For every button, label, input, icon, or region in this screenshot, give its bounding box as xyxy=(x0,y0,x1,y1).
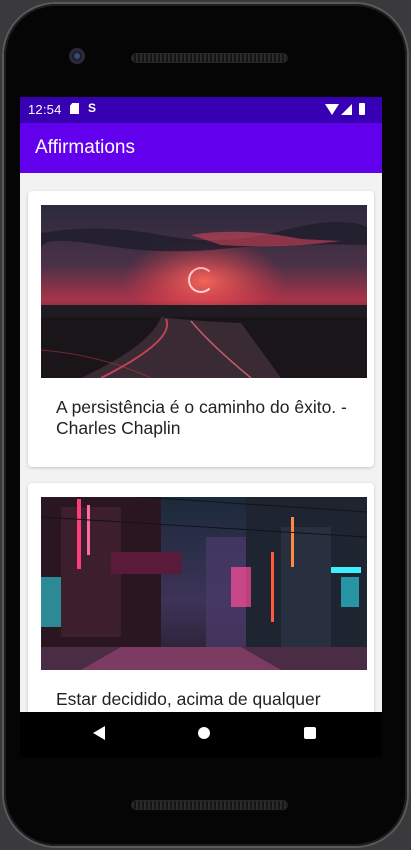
front-camera xyxy=(69,48,85,64)
status-time: 12:54 xyxy=(28,102,62,117)
app-screen: 12:54 S Affirmations A persistência é o … xyxy=(20,97,382,712)
app-bar: Affirmations xyxy=(20,123,382,173)
affirmation-text: Estar decidido, acima de qualquer outra … xyxy=(56,689,321,712)
loading-spinner xyxy=(188,267,214,293)
home-icon[interactable] xyxy=(198,727,210,739)
affirmation-card[interactable]: A persistência é o caminho do êxito. - C… xyxy=(28,191,374,467)
status-bar: 12:54 S xyxy=(20,97,382,123)
sunset-road-image xyxy=(41,205,367,378)
neon-city-image xyxy=(41,497,367,670)
sync-icon: S xyxy=(88,101,97,115)
signal-icon xyxy=(341,104,352,115)
affirmation-card[interactable]: Estar decidido, acima de qualquer outra … xyxy=(28,483,374,712)
back-icon[interactable] xyxy=(93,726,105,740)
affirmation-text: A persistência é o caminho do êxito. - C… xyxy=(56,397,347,438)
sd-card-icon xyxy=(70,103,79,114)
wifi-icon xyxy=(325,104,339,115)
battery-icon xyxy=(359,103,365,115)
app-title: Affirmations xyxy=(35,137,135,158)
earpiece-speaker xyxy=(132,54,287,62)
system-nav-bar xyxy=(20,712,382,757)
bottom-speaker xyxy=(132,801,287,809)
recents-icon[interactable] xyxy=(304,727,316,739)
affirmations-list[interactable]: A persistência é o caminho do êxito. - C… xyxy=(20,173,382,712)
